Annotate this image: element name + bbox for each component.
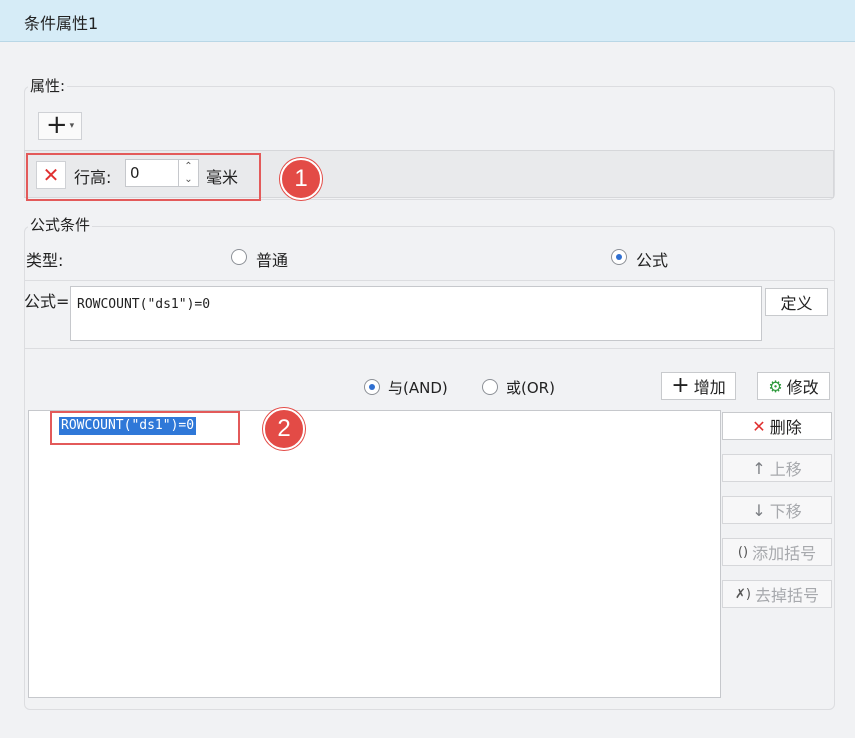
divider [24,348,835,349]
close-icon: ✕ [752,416,766,436]
properties-label: 属性: [28,75,68,96]
delete-button[interactable]: ✕ 删除 [722,412,832,440]
remove-parens-button[interactable]: ✗) 去掉括号 [722,580,832,608]
annotation-badge-1: 1 [280,158,322,200]
modify-condition-button[interactable]: ⚙ 修改 [757,372,830,400]
type-normal-label[interactable]: 普通 [256,247,288,271]
highlight-box-1 [26,153,261,201]
formula-label: 公式= [24,292,70,311]
or-label[interactable]: 或(OR) [506,377,555,398]
formula-field[interactable]: ROWCOUNT("ds1")=0 [70,286,762,341]
move-down-button[interactable]: ↓ 下移 [722,496,832,524]
and-label[interactable]: 与(AND) [388,377,448,398]
define-button[interactable]: 定义 [765,288,828,316]
gear-edit-icon: ⚙ [768,376,783,396]
window-title: 条件属性1 [24,14,99,33]
highlight-box-2 [50,411,240,445]
remove-parentheses-icon: ✗) [735,586,751,602]
formula-text: ROWCOUNT("ds1")=0 [77,297,211,312]
conditions-list[interactable]: ROWCOUNT("ds1")=0 [28,410,721,698]
add-condition-button[interactable]: + 增加 [661,372,736,400]
arrow-down-icon: ↓ [752,500,766,520]
parentheses-icon: () [737,544,749,560]
or-radio[interactable] [482,379,498,395]
title-bar: 条件属性1 [0,0,855,42]
dropdown-caret-icon: ▾ [69,121,75,131]
annotation-badge-2: 2 [263,408,305,450]
move-up-button[interactable]: ↑ 上移 [722,454,832,482]
formula-condition-label: 公式条件 [28,214,93,235]
arrow-up-icon: ↑ [752,458,766,478]
plus-icon: + [671,373,690,398]
add-parens-button[interactable]: () 添加括号 [722,538,832,566]
type-normal-radio[interactable] [231,249,247,265]
type-label: 类型: [26,251,64,270]
plus-icon: + [45,109,68,140]
divider [24,280,835,281]
add-property-button[interactable]: + ▾ [38,112,82,140]
and-radio[interactable] [364,379,380,395]
type-formula-radio[interactable] [611,249,627,265]
type-formula-label[interactable]: 公式 [636,247,668,271]
